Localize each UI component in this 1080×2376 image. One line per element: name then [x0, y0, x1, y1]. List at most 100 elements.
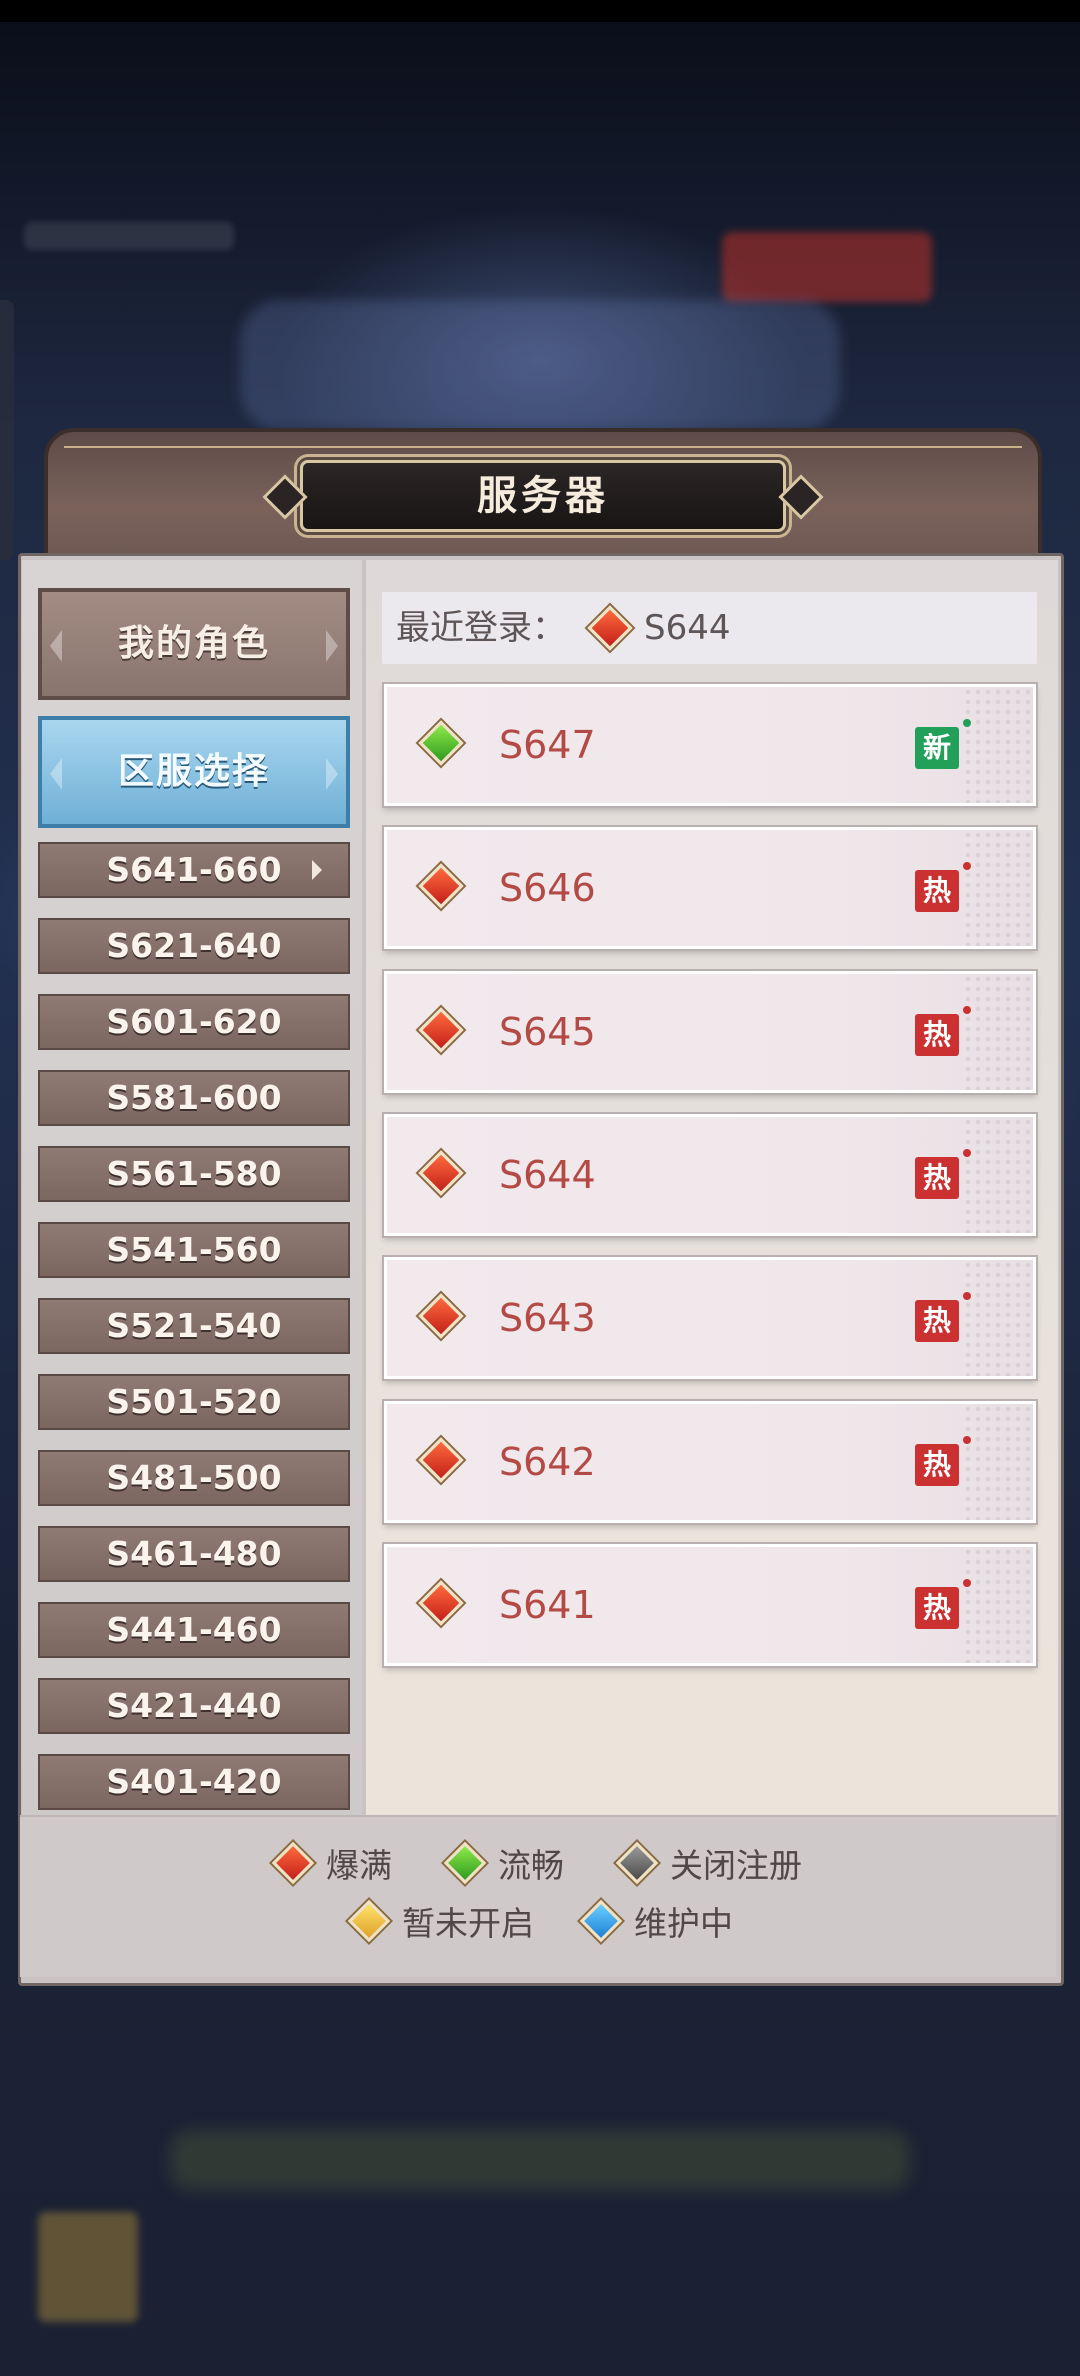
caret-right-icon	[312, 860, 322, 880]
badge-dot	[963, 719, 971, 727]
server-range-label: S461-480	[106, 1534, 282, 1573]
server-name: S647	[499, 723, 596, 767]
server-range-label: S401-420	[106, 1762, 282, 1801]
hot-badge: 热	[915, 1005, 971, 1056]
server-range-label: S421-440	[106, 1686, 282, 1725]
card-pattern	[963, 830, 1033, 947]
server-name: S643	[499, 1296, 596, 1341]
panel-title: 服务器	[477, 473, 609, 519]
server-range-item[interactable]: S561-580	[38, 1146, 350, 1202]
server-range-item[interactable]: S641-660	[38, 842, 350, 898]
status-full-icon	[418, 1580, 464, 1626]
card-pattern	[963, 1403, 1033, 1520]
arrow-right-icon	[326, 758, 338, 790]
status-bar	[0, 0, 1080, 22]
server-card[interactable]: S646 热	[384, 827, 1036, 950]
server-range-item[interactable]: S481-500	[38, 1450, 350, 1506]
status-maintenance-icon	[579, 1899, 623, 1943]
hot-badge: 热	[915, 1435, 971, 1486]
tab-my-role[interactable]: 我的角色	[38, 588, 350, 700]
legend-maintenance: 维护中	[579, 1897, 733, 1945]
blurred-label	[24, 222, 234, 250]
status-legend: 爆满 流畅 关闭注册 暂未开启 维护中	[20, 1815, 1056, 1977]
status-closed-icon	[615, 1841, 659, 1885]
hot-badge: 热	[915, 1292, 971, 1343]
status-full-icon	[418, 1293, 464, 1339]
legend-full: 爆满	[271, 1839, 392, 1887]
status-not-open-icon	[347, 1899, 391, 1943]
legend-closed-label: 关闭注册	[670, 1846, 802, 1885]
status-smooth-icon	[418, 720, 464, 766]
hot-badge: 热	[915, 1578, 971, 1629]
server-card[interactable]: S645 热	[384, 970, 1036, 1093]
status-smooth-icon	[443, 1841, 487, 1885]
server-range-item[interactable]: S421-440	[38, 1678, 350, 1734]
badge-dot	[963, 1148, 971, 1157]
status-full-icon	[587, 605, 633, 651]
server-range-label: S501-520	[106, 1382, 282, 1421]
card-pattern	[963, 687, 1033, 803]
server-range-item[interactable]: S621-640	[38, 918, 350, 974]
server-range-label: S481-500	[106, 1458, 282, 1497]
blurred-bottom-bar	[170, 2130, 910, 2190]
new-badge: 新	[915, 719, 971, 769]
server-range-item[interactable]: S461-480	[38, 1526, 350, 1582]
tab-my-role-label: 我的角色	[117, 623, 270, 664]
card-pattern	[963, 1116, 1033, 1233]
legend-maintenance-label: 维护中	[634, 1904, 733, 1943]
server-range-item[interactable]: S401-420	[38, 1754, 350, 1810]
badge-label: 热	[922, 1160, 951, 1194]
server-range-label: S581-600	[106, 1078, 282, 1117]
server-range-label: S541-560	[106, 1230, 282, 1269]
hot-badge: 热	[915, 862, 971, 913]
server-card[interactable]: S642 热	[384, 1400, 1036, 1523]
panel-title-plate: 服务器	[262, 460, 824, 532]
header-trim	[64, 446, 1022, 448]
badge-label: 热	[922, 1590, 951, 1624]
server-card[interactable]: S647 新	[384, 684, 1036, 806]
server-range-item[interactable]: S541-560	[38, 1222, 350, 1278]
server-card[interactable]: S643 热	[384, 1257, 1036, 1380]
recent-login-bar[interactable]: 最近登录： S644	[382, 592, 1037, 664]
status-full-icon	[418, 1150, 464, 1196]
badge-label: 热	[922, 1447, 951, 1481]
legend-smooth: 流畅	[443, 1839, 564, 1887]
badge-dot	[963, 1578, 971, 1587]
blurred-logo	[240, 300, 840, 430]
status-full-icon	[418, 1006, 464, 1053]
server-range-item[interactable]: S521-540	[38, 1298, 350, 1354]
blurred-button	[722, 232, 932, 302]
status-full-icon	[418, 863, 464, 909]
server-name: S641	[499, 1582, 596, 1627]
server-range-label: S601-620	[106, 1002, 282, 1041]
side-handle	[0, 300, 14, 560]
legend-full-label: 爆满	[326, 1846, 392, 1885]
blurred-icon	[38, 2212, 138, 2322]
server-range-label: S561-580	[106, 1154, 282, 1193]
server-card[interactable]: S644 热	[384, 1113, 1036, 1236]
arrow-left-icon	[50, 630, 62, 662]
badge-label: 新	[922, 731, 951, 764]
badge-label: 热	[922, 1017, 951, 1051]
server-range-item[interactable]: S441-460	[38, 1602, 350, 1658]
server-range-item[interactable]: S581-600	[38, 1070, 350, 1126]
legend-smooth-label: 流畅	[498, 1846, 564, 1885]
server-card[interactable]: S641 热	[384, 1543, 1036, 1666]
badge-dot	[963, 1005, 971, 1014]
server-range-label: S621-640	[106, 926, 282, 965]
server-name: S646	[499, 866, 596, 911]
badge-dot	[963, 1435, 971, 1444]
legend-closed: 关闭注册	[615, 1839, 802, 1887]
card-pattern	[963, 973, 1033, 1090]
tab-server-select[interactable]: 区服选择	[38, 716, 350, 828]
card-pattern	[963, 1546, 1033, 1663]
status-full-icon	[271, 1841, 315, 1885]
badge-label: 热	[922, 874, 951, 908]
status-full-icon	[418, 1436, 464, 1483]
server-name: S642	[499, 1439, 596, 1484]
legend-not-open-label: 暂未开启	[402, 1904, 534, 1943]
server-range-label: S641-660	[106, 850, 282, 889]
server-range-item[interactable]: S601-620	[38, 994, 350, 1050]
server-range-item[interactable]: S501-520	[38, 1374, 350, 1430]
recent-login-server: S644	[644, 608, 731, 648]
